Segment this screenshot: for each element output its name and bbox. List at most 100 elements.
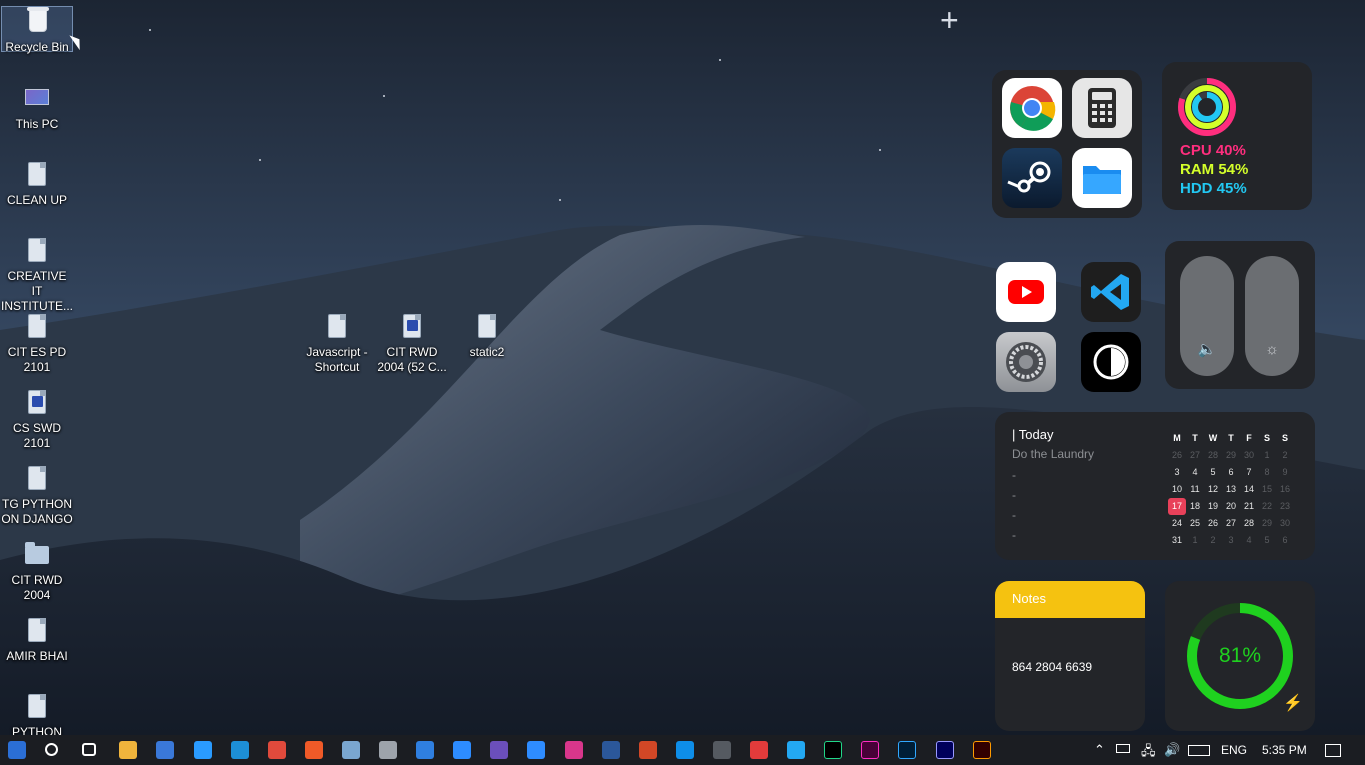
chevron-up-icon[interactable]: ⌃: [1094, 742, 1105, 758]
paint-icon[interactable]: [341, 741, 360, 759]
keyboard-icon[interactable]: [1188, 745, 1210, 756]
calendar-day[interactable]: 27: [1222, 515, 1240, 532]
calendar-day[interactable]: 29: [1258, 515, 1276, 532]
desktop-icon-recycle-bin[interactable]: Recycle Bin: [1, 6, 73, 54]
word-icon[interactable]: [601, 741, 620, 759]
calendar-day[interactable]: 15: [1258, 481, 1276, 498]
pycharm-icon[interactable]: [824, 741, 843, 759]
desktop-icon-python[interactable]: PYTHON: [1, 692, 73, 740]
calendar-day[interactable]: 28: [1240, 515, 1258, 532]
calendar-day[interactable]: 2: [1276, 447, 1294, 464]
calendar-day[interactable]: 29: [1222, 447, 1240, 464]
calendar-day[interactable]: 24: [1168, 515, 1186, 532]
notification-icon[interactable]: [1325, 744, 1341, 757]
network-icon[interactable]: 🖧: [1141, 742, 1156, 764]
desktop-icon-amir-bhai[interactable]: AMIR BHAI: [1, 616, 73, 664]
calendar-day[interactable]: 13: [1222, 481, 1240, 498]
calendar-day[interactable]: 12: [1204, 481, 1222, 498]
photoshop-icon[interactable]: [898, 741, 917, 759]
desktop-icon-static2[interactable]: static2: [451, 312, 523, 360]
calendar-day[interactable]: 3: [1168, 464, 1186, 481]
brightness-slider[interactable]: ☼: [1245, 256, 1299, 376]
calendar-day[interactable]: 22: [1258, 498, 1276, 515]
calendar-day[interactable]: 16: [1276, 481, 1294, 498]
calendar-day[interactable]: 25: [1186, 515, 1204, 532]
calendar-day[interactable]: 5: [1204, 464, 1222, 481]
database-icon[interactable]: [379, 741, 397, 759]
calendar-day[interactable]: 31: [1168, 532, 1186, 549]
desktop-icon-cs-swd[interactable]: CS SWD 2101: [1, 388, 73, 451]
desktop-icon-clean-up[interactable]: CLEAN UP: [1, 160, 73, 208]
file-explorer-icon[interactable]: [119, 741, 138, 759]
calendar-day[interactable]: 4: [1240, 532, 1258, 549]
add-widget-button[interactable]: +: [940, 4, 959, 36]
calendar-day[interactable]: 6: [1222, 464, 1240, 481]
search-icon[interactable]: [45, 743, 59, 756]
illustrator-icon[interactable]: [972, 741, 991, 759]
calendar-day[interactable]: 3: [1222, 532, 1240, 549]
calendar-day[interactable]: 23: [1276, 498, 1294, 515]
media-player-icon[interactable]: [490, 741, 509, 759]
calendar-day[interactable]: 4: [1186, 464, 1204, 481]
calendar-day[interactable]: 19: [1204, 498, 1222, 515]
calculator-app-icon[interactable]: [1072, 78, 1132, 138]
calendar-day[interactable]: 2: [1204, 532, 1222, 549]
edge-icon[interactable]: [230, 741, 249, 759]
calendar-day[interactable]: 30: [1240, 447, 1258, 464]
premiere-icon[interactable]: [935, 741, 954, 759]
mail-icon[interactable]: [416, 741, 435, 759]
clock[interactable]: 5:35 PM: [1262, 743, 1307, 757]
zoom-icon[interactable]: [453, 741, 472, 759]
photos-icon[interactable]: [750, 741, 768, 759]
speaker-icon[interactable]: 🔊: [1164, 742, 1180, 758]
calendar-day[interactable]: 21: [1240, 498, 1258, 515]
chrome-icon[interactable]: [267, 741, 286, 759]
steam-app-icon[interactable]: [1002, 148, 1062, 208]
calendar-day[interactable]: 6: [1276, 532, 1294, 549]
adobe-xd-icon[interactable]: [861, 741, 880, 759]
chrome-app-icon[interactable]: [1002, 78, 1062, 138]
store-icon[interactable]: [156, 741, 175, 759]
battery-icon[interactable]: [1116, 744, 1130, 753]
calendar-day[interactable]: 5: [1258, 532, 1276, 549]
start-icon[interactable]: [8, 741, 26, 759]
calendar-day[interactable]: 28: [1204, 447, 1222, 464]
calendar-day[interactable]: 9: [1276, 464, 1294, 481]
calendar-day[interactable]: 30: [1276, 515, 1294, 532]
brave-icon[interactable]: [304, 741, 323, 759]
calendar-day[interactable]: 26: [1168, 447, 1186, 464]
calendar-day[interactable]: 11: [1186, 481, 1204, 498]
vscode-icon[interactable]: [787, 741, 806, 759]
teamviewer-icon[interactable]: [675, 741, 694, 759]
desktop-icon-tg-python[interactable]: TG PYTHON ON DJANGO: [1, 464, 73, 527]
volume-slider[interactable]: 🔈: [1180, 256, 1234, 376]
calendar-day[interactable]: 1: [1258, 447, 1276, 464]
desktop-icon-cit-rwd-52[interactable]: CIT RWD 2004 (52 C...: [376, 312, 448, 375]
dark-mode-app-icon[interactable]: [1081, 332, 1141, 392]
youtube-app-icon[interactable]: [996, 262, 1056, 322]
instagram-icon[interactable]: [564, 741, 583, 759]
calendar-day[interactable]: 8: [1258, 464, 1276, 481]
calendar-day[interactable]: 1: [1186, 532, 1204, 549]
calendar-day[interactable]: 27: [1186, 447, 1204, 464]
calendar-day[interactable]: 10: [1168, 481, 1186, 498]
obs-icon[interactable]: [712, 741, 731, 759]
files-app-icon[interactable]: [1072, 148, 1132, 208]
notepad-icon[interactable]: [193, 741, 212, 759]
desktop-icon-javascript-shortcut[interactable]: Javascript - Shortcut: [301, 312, 373, 375]
calendar-day[interactable]: 18: [1186, 498, 1204, 515]
desktop-icon-cit-es-pd[interactable]: CIT ES PD 2101: [1, 312, 73, 375]
vscode-app-icon[interactable]: [1081, 262, 1141, 322]
powerpoint-icon[interactable]: [638, 741, 657, 759]
settings-app-icon[interactable]: [996, 332, 1056, 392]
task-view-icon[interactable]: [82, 743, 97, 756]
calendar-day[interactable]: 26: [1204, 515, 1222, 532]
language-indicator[interactable]: ENG: [1221, 743, 1247, 757]
desktop-icon-creative-it[interactable]: CREATIVE IT INSTITUTE...: [1, 236, 73, 314]
calendar-day[interactable]: 7: [1240, 464, 1258, 481]
calendar-day[interactable]: 20: [1222, 498, 1240, 515]
calendar-day[interactable]: 14: [1240, 481, 1258, 498]
desktop-icon-cit-rwd[interactable]: CIT RWD 2004: [1, 540, 73, 603]
calendar-day[interactable]: 17: [1168, 498, 1186, 515]
messenger-icon[interactable]: [527, 741, 546, 759]
